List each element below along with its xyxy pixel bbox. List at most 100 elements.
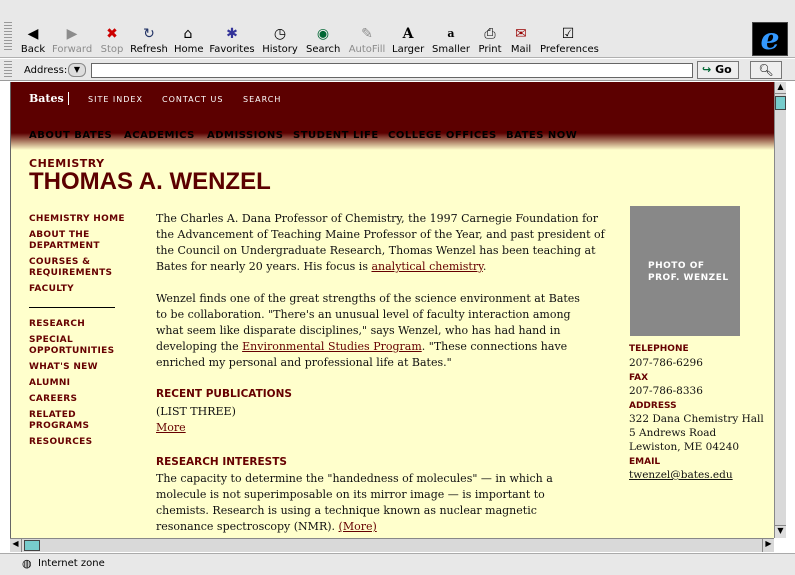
sidenav-resources[interactable]: RESOURCES: [29, 437, 129, 448]
smaller-button[interactable]: a Smaller: [432, 26, 470, 55]
address-grip[interactable]: [4, 61, 12, 79]
email-label: EMAIL: [629, 457, 661, 467]
search-label: Search: [306, 44, 341, 55]
research-heading: RESEARCH INTERESTS: [156, 456, 287, 468]
sidenav-courses[interactable]: COURSES & REQUIREMENTS: [29, 257, 119, 279]
chevron-down-icon: ▼: [73, 65, 81, 74]
sidenav-related-programs[interactable]: RELATED PROGRAMS: [29, 410, 101, 432]
favorites-button[interactable]: ✱ Favorites: [209, 26, 255, 55]
environmental-studies-link[interactable]: Environmental Studies Program: [242, 340, 422, 353]
magnifier-icon: 🔍︎: [758, 63, 774, 77]
larger-button[interactable]: A Larger: [392, 26, 424, 55]
larger-label: Larger: [392, 44, 425, 55]
forward-button[interactable]: ▶ Forward: [52, 26, 92, 55]
sidenav-special-opportunities[interactable]: SPECIAL OPPORTUNITIES: [29, 335, 119, 357]
scroll-down-icon[interactable]: ▼: [775, 525, 786, 538]
mail-icon: ✉: [515, 26, 527, 42]
publications-heading: RECENT PUBLICATIONS: [156, 388, 292, 400]
nav-bates-now[interactable]: BATES NOW: [506, 130, 577, 141]
status-text: Internet zone: [38, 558, 105, 569]
ie-logo: e: [752, 22, 788, 57]
publications-text: (LIST THREE): [156, 405, 236, 418]
smaller-text-icon: a: [447, 27, 455, 40]
page-title: THOMAS A. WENZEL: [29, 168, 271, 195]
back-label: Back: [20, 44, 46, 55]
mail-label: Mail: [510, 44, 532, 55]
address-label: Address:: [24, 65, 68, 76]
smaller-label: Smaller: [432, 44, 471, 55]
publications-more: More: [156, 420, 606, 436]
telephone-label: TELEPHONE: [629, 344, 689, 354]
publications-more-link[interactable]: More: [156, 421, 186, 434]
site-index-link[interactable]: SITE INDEX: [88, 95, 143, 104]
home-button[interactable]: ⌂ Home: [174, 26, 204, 55]
sidenav-divider: [29, 307, 115, 308]
horizontal-scrollbar[interactable]: ◀ ▶: [10, 538, 774, 552]
history-icon: ◷: [273, 26, 287, 42]
contact-us-link[interactable]: CONTACT US: [162, 95, 223, 104]
sidenav-alumni[interactable]: ALUMNI: [29, 378, 129, 389]
sidenav-research[interactable]: RESEARCH: [29, 319, 129, 330]
home-icon: ⌂: [183, 26, 193, 42]
nav-student-life[interactable]: STUDENT LIFE: [293, 130, 379, 141]
nav-academics[interactable]: ACADEMICS: [124, 130, 195, 141]
favorites-label: Favorites: [209, 44, 255, 55]
refresh-label: Refresh: [130, 44, 168, 55]
address-search-button[interactable]: 🔍︎: [750, 61, 782, 79]
address-label: ADDRESS: [629, 401, 677, 411]
sidenav-about-department[interactable]: ABOUT THE DEPARTMENT: [29, 230, 111, 252]
nav-about-bates[interactable]: ABOUT BATES: [29, 130, 112, 141]
vertical-scroll-thumb[interactable]: [775, 96, 786, 110]
research-more-link[interactable]: (More): [339, 520, 377, 533]
autofill-button[interactable]: ✎ AutoFill: [348, 26, 386, 55]
print-icon: ⎙: [484, 26, 496, 42]
address-input[interactable]: [91, 63, 693, 78]
history-button[interactable]: ◷ History: [262, 26, 298, 55]
back-button[interactable]: ◀ Back: [20, 26, 46, 55]
forward-label: Forward: [52, 44, 93, 55]
mail-button[interactable]: ✉ Mail: [509, 26, 533, 55]
address-line-2: 5 Andrews Road: [629, 427, 717, 439]
toolbar-grip[interactable]: [4, 22, 12, 52]
bates-logo[interactable]: Bates: [29, 92, 69, 105]
address-bar: Address: ▼ ↪ Go 🔍︎: [0, 59, 795, 81]
search-icon: ◉: [316, 26, 330, 42]
preferences-icon: ☑: [561, 26, 575, 42]
fax-label: FAX: [629, 373, 649, 383]
nav-admissions[interactable]: ADMISSIONS: [207, 130, 283, 141]
refresh-button[interactable]: ↻ Refresh: [130, 26, 168, 55]
bio-paragraph-1: The Charles A. Dana Professor of Chemist…: [156, 211, 606, 275]
go-button[interactable]: ↪ Go: [697, 61, 739, 79]
preferences-button[interactable]: ☑ Preferences: [540, 26, 599, 55]
nav-college-offices[interactable]: COLLEGE OFFICES: [388, 130, 497, 141]
autofill-label: AutoFill: [348, 44, 386, 55]
analytical-chemistry-link[interactable]: analytical chemistry: [371, 260, 482, 273]
sidenav-whats-new[interactable]: WHAT'S NEW: [29, 362, 129, 373]
back-icon: ◀: [27, 26, 39, 42]
search-button[interactable]: ◉ Search: [306, 26, 340, 55]
scroll-up-icon[interactable]: ▲: [775, 82, 786, 94]
forward-icon: ▶: [66, 26, 78, 42]
stop-button[interactable]: ✖ Stop: [99, 26, 125, 55]
search-link[interactable]: SEARCH: [243, 95, 281, 104]
vertical-scrollbar[interactable]: ▲ ▼: [774, 82, 786, 538]
bio-paragraph-2: Wenzel finds one of the great strengths …: [156, 291, 581, 371]
horizontal-scroll-thumb[interactable]: [24, 540, 40, 551]
stop-icon: ✖: [106, 26, 118, 42]
autofill-icon: ✎: [361, 26, 373, 42]
telephone-value: 207-786-6296: [629, 357, 703, 369]
print-button[interactable]: ⎙ Print: [477, 26, 503, 55]
photo-placeholder: PHOTO OF PROF. WENZEL: [630, 206, 740, 336]
address-dropdown[interactable]: ▼: [68, 63, 86, 77]
research-paragraph: The capacity to determine the "handednes…: [156, 471, 591, 535]
sidenav-careers[interactable]: CAREERS: [29, 394, 129, 405]
email-link[interactable]: twenzel@bates.edu: [629, 469, 733, 481]
stop-label: Stop: [100, 44, 124, 55]
preferences-label: Preferences: [540, 44, 599, 55]
scroll-left-icon[interactable]: ◀: [10, 539, 22, 552]
sidenav-chemistry-home[interactable]: CHEMISTRY HOME: [29, 214, 129, 225]
scroll-right-icon[interactable]: ▶: [762, 539, 774, 552]
address-line-1: 322 Dana Chemistry Hall: [629, 413, 764, 425]
refresh-icon: ↻: [143, 26, 155, 42]
sidenav-faculty[interactable]: FACULTY: [29, 284, 129, 295]
